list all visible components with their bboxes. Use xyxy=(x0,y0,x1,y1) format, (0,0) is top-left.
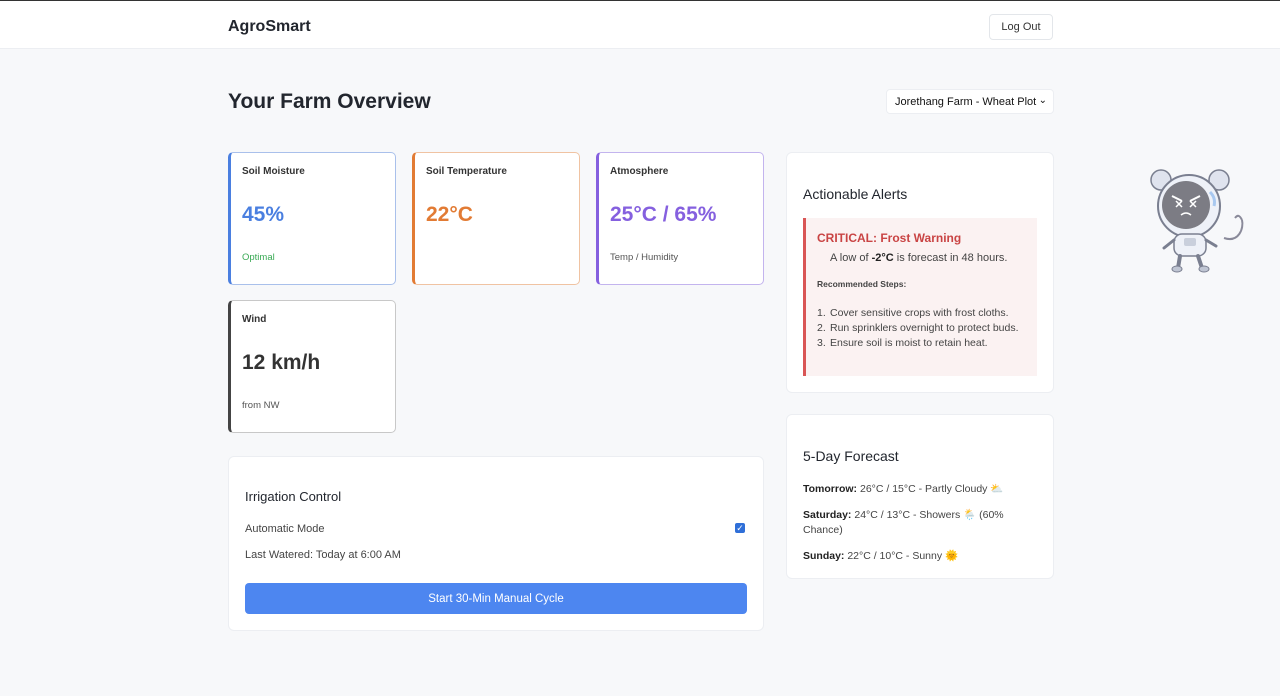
five-day-forecast-card: 5-Day Forecast Tomorrow: 26°C / 15°C - P… xyxy=(786,414,1054,579)
forecast-row: Tomorrow: 26°C / 15°C - Partly Cloudy ⛅ xyxy=(803,482,1039,497)
list-item: 1. Cover sensitive crops with frost cloth… xyxy=(817,306,1027,321)
forecast-day: Sunday: xyxy=(803,550,845,562)
actionable-alerts-card: Actionable Alerts CRITICAL: Frost Warnin… xyxy=(786,152,1054,393)
step-text: Cover sensitive crops with frost cloths. xyxy=(830,307,1009,319)
soil-moisture-card: Soil Moisture 45% Optimal xyxy=(228,152,396,285)
forecast-row: Saturday: 24°C / 13°C - Showers 🌦️ (60% … xyxy=(803,508,1039,538)
farm-select-dropdown[interactable]: Jorethang Farm - Wheat Plot ⌄ xyxy=(886,89,1054,114)
alert-desc-suffix: is forecast in 48 hours. xyxy=(893,252,1008,264)
astronaut-mouse-mascot-icon[interactable] xyxy=(1144,168,1248,274)
forecast-row: Sunday: 22°C / 10°C - Sunny 🌞 xyxy=(803,549,1039,564)
frost-warning-alert: CRITICAL: Frost Warning A low of -2°C is… xyxy=(803,218,1037,376)
last-watered-text: Last Watered: Today at 6:00 AM xyxy=(245,549,401,561)
metric-label: Atmosphere xyxy=(610,166,669,177)
top-navbar: AgroSmart Log Out xyxy=(0,0,1280,49)
atmosphere-card: Atmosphere 25°C / 65% Temp / Humidity xyxy=(596,152,764,285)
automatic-mode-label: Automatic Mode xyxy=(245,523,325,535)
metric-value: 12 km/h xyxy=(242,351,321,374)
forecast-details: 26°C / 15°C - Partly Cloudy ⛅ xyxy=(857,483,1004,495)
forecast-details: 22°C / 10°C - Sunny 🌞 xyxy=(844,550,959,562)
recommended-steps-list: 1. Cover sensitive crops with frost cloth… xyxy=(817,306,1027,351)
start-manual-cycle-button[interactable]: Start 30-Min Manual Cycle xyxy=(245,583,747,614)
card-title: Actionable Alerts xyxy=(803,186,908,202)
card-title: Irrigation Control xyxy=(245,489,342,504)
soil-temperature-card: Soil Temperature 22°C xyxy=(412,152,580,285)
metric-label: Wind xyxy=(242,314,267,325)
metric-value: 45% xyxy=(242,203,285,226)
brand-logo[interactable]: AgroSmart xyxy=(228,18,311,36)
automatic-mode-checkbox[interactable]: ✓ xyxy=(735,523,745,533)
metric-status: Optimal xyxy=(242,252,275,263)
list-item: 3. Ensure soil is moist to retain heat. xyxy=(817,336,1027,351)
alert-title: CRITICAL: Frost Warning xyxy=(817,231,962,245)
metric-subtitle: Temp / Humidity xyxy=(610,252,679,263)
metric-subtitle: from NW xyxy=(242,400,280,411)
recommended-steps-label: Recommended Steps: xyxy=(817,279,907,289)
card-title: 5-Day Forecast xyxy=(803,448,899,464)
wind-card: Wind 12 km/h from NW xyxy=(228,300,396,433)
alert-desc-prefix: A low of xyxy=(830,252,872,264)
farm-select-value: Jorethang Farm - Wheat Plot xyxy=(895,95,1037,108)
forecast-day: Tomorrow: xyxy=(803,483,858,495)
list-item: 2. Run sprinklers overnight to protect bu… xyxy=(817,321,1027,336)
metric-value: 22°C xyxy=(426,203,473,226)
step-number: 3. xyxy=(817,337,826,349)
irrigation-control-card: Irrigation Control Automatic Mode ✓ Last… xyxy=(228,456,764,631)
step-text: Run sprinklers overnight to protect buds… xyxy=(830,322,1019,334)
page-title: Your Farm Overview xyxy=(228,90,431,113)
step-text: Ensure soil is moist to retain heat. xyxy=(830,337,988,349)
chevron-down-icon: ⌄ xyxy=(1038,95,1047,106)
metric-label: Soil Moisture xyxy=(242,166,305,177)
metric-value: 25°C / 65% xyxy=(610,203,717,226)
metric-label: Soil Temperature xyxy=(426,166,507,177)
alert-desc-value: -2°C xyxy=(871,252,894,264)
logout-button[interactable]: Log Out xyxy=(989,14,1053,40)
alert-description: A low of -2°C is forecast in 48 hours. xyxy=(830,252,1007,264)
step-number: 2. xyxy=(817,322,826,334)
step-number: 1. xyxy=(817,307,826,319)
forecast-day: Saturday: xyxy=(803,509,852,521)
